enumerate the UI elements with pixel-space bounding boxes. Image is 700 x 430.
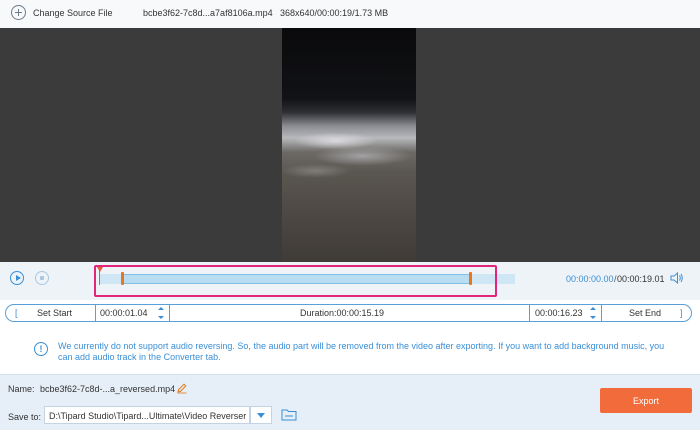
notice-text-line2: can add audio track in the Converter tab… — [58, 352, 221, 362]
total-time: 00:00:19.01 — [617, 274, 665, 284]
volume-icon[interactable] — [670, 272, 684, 284]
play-icon — [15, 275, 21, 281]
start-time-down-icon[interactable] — [158, 316, 164, 319]
start-time-up-icon[interactable] — [158, 307, 164, 310]
save-path-value[interactable]: D:\Tipard Studio\Tipard...Ultimate\Video… — [49, 411, 246, 421]
name-label: Name: — [8, 384, 35, 394]
chevron-down-icon — [257, 413, 265, 418]
edit-pencil-icon[interactable] — [176, 382, 188, 394]
export-button[interactable]: Export — [600, 388, 692, 413]
set-end-button[interactable]: Set End — [629, 304, 661, 322]
notice-text-line1: We currently do not support audio revers… — [58, 341, 665, 351]
current-time: 00:00:00.00 — [566, 274, 614, 284]
video-frame-wave — [282, 123, 416, 183]
info-icon: ! — [34, 342, 48, 356]
start-time-input[interactable]: 00:00:01.04 — [100, 304, 148, 322]
start-bracket-icon: [ — [15, 308, 18, 318]
source-file-name: bcbe3f62-7c8d...a7af8106a.mp4 — [143, 8, 273, 18]
save-to-label: Save to: — [8, 412, 42, 422]
play-button[interactable] — [10, 271, 24, 285]
set-start-button[interactable]: Set Start — [37, 304, 72, 322]
end-time-up-icon[interactable] — [590, 307, 596, 310]
divider — [169, 304, 170, 322]
change-source-file-button[interactable]: Change Source File — [33, 8, 113, 18]
timeline-highlight-box — [94, 265, 497, 297]
divider — [95, 304, 96, 322]
divider — [529, 304, 530, 322]
divider — [601, 304, 602, 322]
end-time-input[interactable]: 00:00:16.23 — [535, 304, 583, 322]
end-time-down-icon[interactable] — [590, 316, 596, 319]
end-bracket-icon: ] — [680, 308, 683, 318]
stop-button[interactable] — [35, 271, 49, 285]
source-file-info: 368x640/00:00:19/1.73 MB — [280, 8, 389, 18]
output-file-name: bcbe3f62-7c8d-...a_reversed.mp4 — [40, 384, 176, 394]
duration-display: Duration:00:00:15.19 — [300, 308, 385, 318]
save-path-dropdown[interactable] — [250, 406, 272, 424]
open-folder-icon[interactable] — [281, 408, 297, 421]
add-file-icon[interactable] — [11, 5, 26, 20]
stop-icon — [40, 276, 44, 280]
